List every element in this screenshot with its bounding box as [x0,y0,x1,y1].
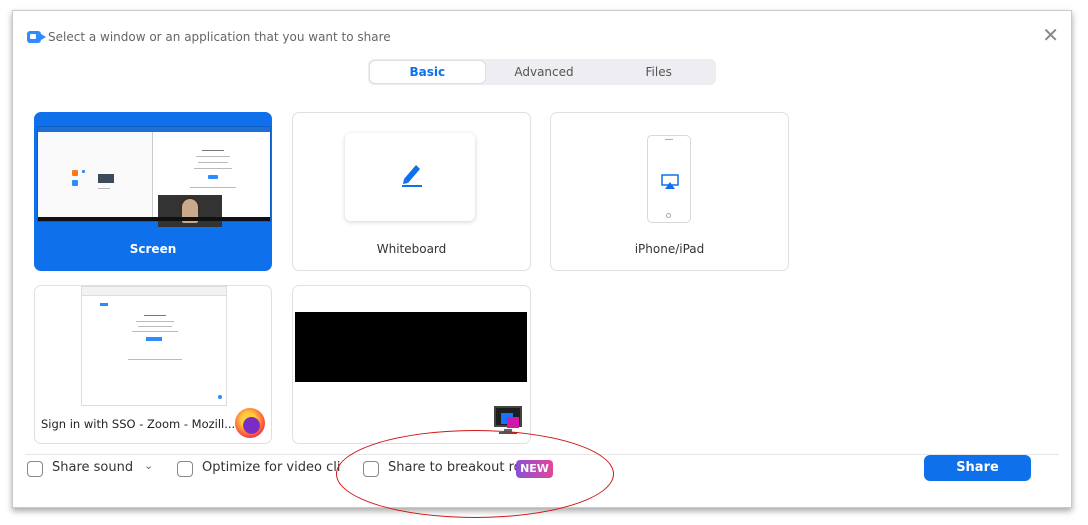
phone-speaker [665,139,673,140]
preview-line [138,326,172,327]
divider [25,454,1059,455]
preview-logo [100,303,108,306]
preview-dot [218,395,222,399]
preview-line [144,315,166,316]
preview-button [146,337,162,341]
tile-iphone-ipad[interactable]: iPhone/iPad [550,112,789,271]
titlebar: Select a window or an application that y… [13,11,1071,45]
whiteboard-card [345,133,475,221]
app-window-preview [295,312,527,382]
preview-line [98,188,110,189]
phone-home-button [666,213,671,218]
tile-app-window[interactable] [292,285,531,444]
preview-line [128,359,182,360]
tab-advanced[interactable]: Advanced [487,59,602,85]
optimize-video-checkbox[interactable] [177,461,193,477]
tile-browser-window[interactable]: Sign in with SSO - Zoom - Mozill... [34,285,272,444]
video-thumbnail [158,195,222,227]
share-sound-checkbox[interactable] [27,461,43,477]
preview-button [208,175,218,179]
pencil-icon [402,165,422,187]
preview-icon [72,170,78,176]
preview-line [194,168,232,169]
monitor-base [499,432,517,434]
preview-line [202,150,224,151]
preview-line [198,162,228,163]
monitor-screen [494,406,522,428]
browser-preview [81,286,227,406]
preview-line [132,331,178,332]
airplay-icon [661,174,679,189]
preview-line [136,321,174,322]
phone-outline [647,135,691,223]
tile-screen[interactable]: Screen [34,112,272,271]
tile-label: Screen [129,242,177,256]
share-button[interactable]: Share [924,455,1031,481]
preview-browser-bar [82,287,226,296]
monitor-square-pink [507,417,519,428]
preview-popup [98,174,114,183]
new-badge: NEW [516,460,553,478]
tile-whiteboard[interactable]: Whiteboard [292,112,531,271]
firefox-icon [235,408,265,438]
tile-label: Whiteboard [376,242,447,256]
breakout-rooms-checkbox[interactable] [363,461,379,477]
tab-basic[interactable]: Basic [369,60,486,84]
dialog-title: Select a window or an application that y… [48,30,391,44]
optimize-video-label: Optimize for video clip [202,460,340,475]
preview-left-pane [38,132,153,217]
tile-label: iPhone/iPad [634,242,705,256]
preview-icon [82,170,85,173]
preview-line [196,156,230,157]
preview-line [190,187,236,188]
preview-taskbar [38,217,270,221]
share-screen-dialog: Select a window or an application that y… [12,10,1072,508]
zoom-camera-icon [27,31,46,43]
chevron-down-icon[interactable]: ⌄ [144,459,153,472]
share-sound-label: Share sound [52,460,134,475]
close-icon[interactable]: ✕ [1042,25,1059,45]
tile-label: Sign in with SSO - Zoom - Mozill... [41,417,236,431]
share-tabs: Basic Advanced Files [368,59,716,85]
screen-preview [37,126,271,227]
monitor-app-icon [493,404,525,436]
preview-icon [72,180,78,186]
tab-files[interactable]: Files [601,59,716,85]
